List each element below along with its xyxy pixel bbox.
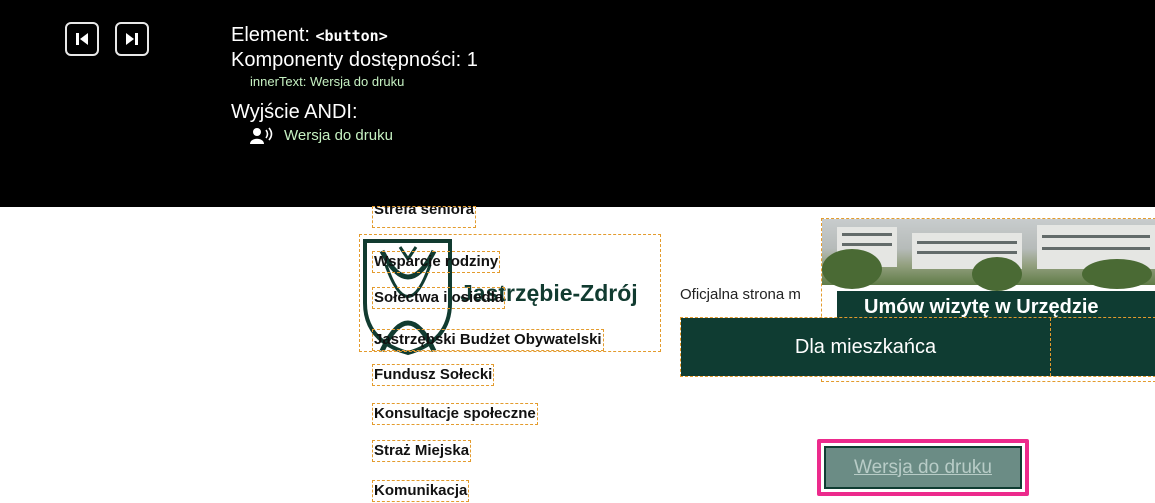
nav-divider [1050,318,1052,376]
menu-item-label: Konsultacje społeczne [374,405,536,422]
output-value: Wersja do druku [284,127,393,144]
menu-item-strefa-seniora[interactable]: Strefa seniora [371,206,477,228]
skip-next-icon [126,33,138,45]
site-tagline: Oficjalna strona m [680,286,801,303]
output-line: Wersja do druku [250,126,478,146]
menu-item-komunikacja[interactable]: Komunikacja [371,480,470,502]
menu-item-label: Strefa seniora [374,207,475,218]
element-prefix: Element: [231,24,316,46]
menu-item-fundusz-solecki[interactable]: Fundusz Sołecki [371,364,495,386]
next-element-button[interactable] [115,22,149,56]
menu-item-konsultacje[interactable]: Konsultacje społeczne [372,403,538,425]
tab-dla-mieszkanca[interactable]: Dla mieszkańca [681,318,1050,376]
output-title: Wyjście ANDI: [231,101,358,123]
menu-item-label: Straż Miejska [374,442,470,459]
inner-text-line: innerText: Wersja do druku [250,74,405,89]
hero-photo [822,219,1155,291]
element-tag: <button> [315,27,388,45]
menu-item-straz-miejska[interactable]: Straż Miejska [371,440,472,462]
previous-element-button[interactable] [65,22,99,56]
menu-item-label: Fundusz Sołecki [374,366,493,383]
speaker-person-icon [250,127,273,144]
hero-banner-text[interactable]: Umów wizytę w Urzędzie [864,296,1099,319]
andi-element-info: Element: <button> Komponenty dostępności… [231,23,478,146]
print-version-button[interactable]: Wersja do druku [824,446,1022,489]
element-line: Element: <button> [231,23,478,48]
main-navigation: Dla mieszkańca [680,317,1155,377]
andi-toolbar: Element: <button> Komponenty dostępności… [0,0,1155,207]
components-count: Komponenty dostępności: 1 [231,49,478,71]
skip-previous-icon [76,33,88,45]
logo-link-outline [359,234,661,352]
menu-item-label: Komunikacja [374,482,468,499]
